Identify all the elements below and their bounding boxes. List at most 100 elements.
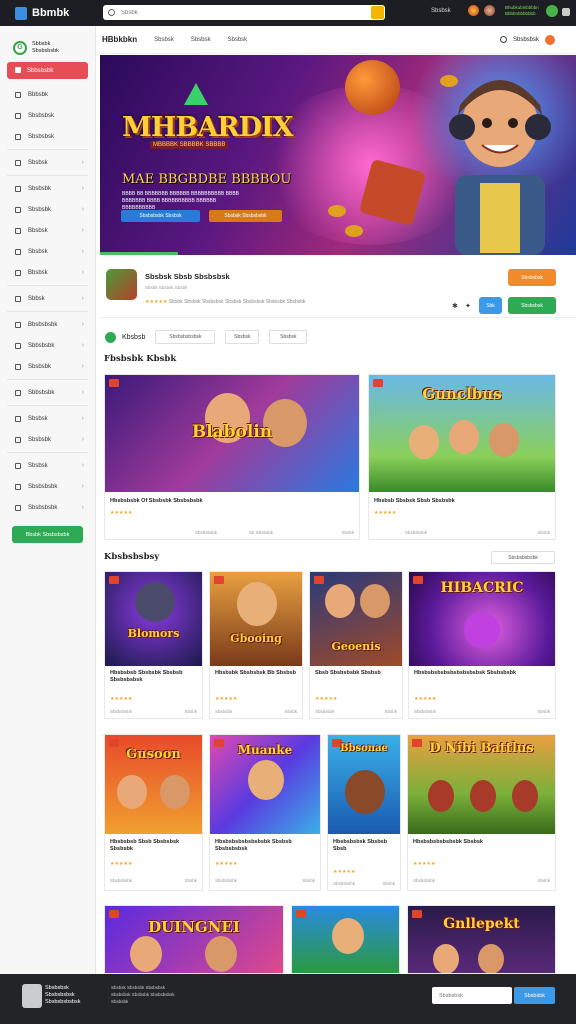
- account-icon[interactable]: [546, 5, 558, 17]
- badge-icon: [109, 576, 119, 584]
- rating-stars: ★★★★★: [414, 696, 437, 702]
- sidebar-item[interactable]: Sbsbsk ›: [0, 241, 95, 262]
- sidebar-item[interactable]: Sbsbsbk ›: [0, 178, 95, 199]
- game-card[interactable]: Gusoon Hbsbsbsb Sbsb Sbsbsbsk Sbsbsbk ★★…: [104, 734, 203, 891]
- chevron-right-icon: ›: [81, 295, 84, 302]
- sidebar-item[interactable]: Sbsbsk ›: [0, 408, 95, 429]
- sidebar-item[interactable]: Sbsbsbsbk ›: [0, 476, 95, 497]
- game-card[interactable]: Blabolin Hbsbsbsbk Of Sbsbsbk Sbsbsbsbk …: [104, 374, 360, 540]
- sidebar-item[interactable]: Sbbsbsbk ›: [0, 335, 95, 356]
- game-card[interactable]: Bbsonae Hbsbsbsbsk Sbsbsb Sbsb ★★★★★ Sbs…: [327, 734, 401, 891]
- game-name: Hbsbsbsbsbsbsbsbsbsbsk Sbsbsbsbk: [414, 670, 517, 676]
- search-button[interactable]: [371, 6, 384, 19]
- hero-character-art: [449, 80, 551, 255]
- sidebar-item[interactable]: Bbsbsk ›: [0, 220, 95, 241]
- footer: Sbsbsbsk Sbsbsbsbsk Sbsbsbsbsbsk Sbsbsk …: [0, 974, 576, 1024]
- search-bar[interactable]: [103, 5, 385, 20]
- chevron-right-icon: ›: [81, 342, 84, 349]
- game-card[interactable]: Geoenis Sbsb Sbsbsbsbk Sbsbsb ★★★★★ Sbsb…: [309, 571, 403, 719]
- rating-stars: ★★★★★: [110, 696, 133, 702]
- app-name[interactable]: Sbsbsk Sbsb Sbsbsbsk: [145, 272, 230, 281]
- game-card[interactable]: DUINGNEI: [104, 905, 284, 974]
- sidebar-item-active[interactable]: Sbbsbsbk: [7, 62, 88, 79]
- sidebar-item[interactable]: Sbsbsk ›: [0, 455, 95, 476]
- newsletter-submit-button[interactable]: Sbsbsbk: [514, 987, 555, 1004]
- footer-links[interactable]: Sbsbsk Sbsbsbk Sbsbsbsk Sbsbsbsk Sbsbsbk…: [111, 984, 181, 1005]
- logo-icon: [15, 6, 27, 20]
- game-card[interactable]: Gbooing Hbsbsbk Sbsbsbsk Bb Sbsbsb ★★★★★…: [209, 571, 303, 719]
- game-card[interactable]: [291, 905, 400, 974]
- rating-stars: ★★★★★: [333, 869, 356, 875]
- filter-chip[interactable]: Sbsbsk: [269, 330, 308, 344]
- game-title-art: Gnllepekt: [443, 916, 520, 932]
- top-nav-link[interactable]: Sbsbsk: [431, 8, 451, 14]
- filter-chip[interactable]: Sbsbsk: [225, 330, 260, 344]
- hero-title: MHBARDIX: [122, 112, 294, 143]
- sidebar-item[interactable]: Sbsbsbsk: [0, 126, 95, 147]
- chevron-right-icon: ›: [81, 436, 84, 443]
- rating-stars: ★★★★★: [215, 696, 238, 702]
- hero-primary-button[interactable]: Sbsbsbsbk Sbsbsk: [121, 210, 200, 222]
- game-card-image: [292, 906, 399, 973]
- nav-right-label[interactable]: Sbsbsbsk: [513, 37, 539, 43]
- sidebar-divider: [7, 285, 88, 286]
- sidebar-item[interactable]: Sbsbsbsk: [0, 105, 95, 126]
- folder-icon: [15, 159, 21, 166]
- sidebar-item[interactable]: Bbsbsk ›: [0, 262, 95, 283]
- hero-banner[interactable]: MHBARDIX MBBBBK SBBBBK SBBBB MAE BBGBDBE…: [100, 55, 576, 255]
- game-name: Hbsbsbk Sbsbsbsk Bb Sbsbsb: [215, 670, 296, 676]
- section-view-all-button[interactable]: Sbsbsbsbsbk: [491, 551, 555, 564]
- sidebar-item[interactable]: Sbsbsbk ›: [0, 429, 95, 450]
- newsletter-input[interactable]: [432, 987, 512, 1004]
- sidebar-item[interactable]: Sbsbsbk ›: [0, 199, 95, 220]
- menu-icon[interactable]: [562, 8, 570, 16]
- sidebar-item[interactable]: Bbsbsbsbk ›: [0, 314, 95, 335]
- game-card[interactable]: Blomors Hbsbsbsb Sbsbsbk Sbsbsb Sbsbsbsb…: [104, 571, 203, 719]
- sidebar-cta-button[interactable]: Bbsbk Sbsbsbsbk: [12, 526, 83, 543]
- sidebar-item[interactable]: Sbsbsbsbk ›: [0, 497, 95, 518]
- game-card[interactable]: Gnllepekt: [407, 905, 556, 974]
- sidebar-logo: G: [13, 40, 27, 55]
- sidebar-divider: [7, 175, 88, 176]
- chevron-right-icon: ›: [81, 462, 84, 469]
- hero-headline: MAE BBGBDBE BBBBOU: [122, 172, 292, 187]
- filter-chip[interactable]: Sbsbsbsbsbsk: [155, 330, 216, 344]
- sidebar-item[interactable]: Sbbsbsbk ›: [0, 382, 95, 403]
- app-action-button[interactable]: Sbsbsbsk: [508, 269, 556, 286]
- nav-tab[interactable]: Sbsbsk: [154, 37, 174, 43]
- main-brand[interactable]: HBbkbkn: [102, 35, 137, 44]
- game-card[interactable]: D Nibi Battlus Hbsbsbsbsbsbsbk Sbsbsk ★★…: [407, 734, 556, 891]
- chevron-right-icon: ›: [81, 159, 84, 166]
- game-meta: Sbsbsbsk: [315, 709, 335, 714]
- search-input[interactable]: [121, 9, 361, 16]
- sidebar-item[interactable]: Sbsbsbk ›: [0, 356, 95, 377]
- profile-avatar[interactable]: [484, 5, 495, 16]
- pin-icon[interactable]: ✦: [465, 302, 471, 310]
- sidebar-item[interactable]: Bbbsbk: [0, 84, 95, 105]
- nav-tab[interactable]: Sbsbsk: [228, 37, 248, 43]
- app-logo[interactable]: Bbmbk: [15, 6, 69, 20]
- sidebar-item[interactable]: Sbsbsk ›: [0, 152, 95, 173]
- user-avatar[interactable]: [545, 34, 555, 45]
- app-icon[interactable]: [106, 269, 137, 300]
- app-install-button[interactable]: Sbsbsbsk: [508, 297, 556, 314]
- app-rating: ★★★★★ Sbsbk Sbsbsk Sbsbsbsk Sbsbsk Sbsbs…: [145, 299, 306, 305]
- game-card[interactable]: HIBACRIC Hbsbsbsbsbsbsbsbsbsbsk Sbsbsbsb…: [408, 571, 556, 719]
- app-small-button[interactable]: Sbk: [479, 297, 502, 314]
- search-icon[interactable]: [499, 36, 507, 43]
- app-meta: Sbsbk Sbsbsk Sbsbk: [145, 285, 188, 290]
- game-card[interactable]: Muanke Hbsbsbsbsbsbsbsbk Sbsbsb Sbsbsbsb…: [209, 734, 321, 891]
- character-art: [130, 936, 162, 972]
- nav-tab[interactable]: Sbsbsk: [191, 37, 211, 43]
- game-meta: Sbsbk: [341, 530, 354, 535]
- hero-secondary-button[interactable]: Sbsbsk Sbsbsbsbk: [209, 210, 282, 222]
- badge-icon: [214, 576, 224, 584]
- notification-icon[interactable]: [468, 5, 479, 16]
- game-card-image: HIBACRIC: [409, 572, 555, 666]
- share-icon[interactable]: ✱: [452, 302, 458, 310]
- sidebar-item[interactable]: Sbbsk ›: [0, 288, 95, 309]
- character-art: [360, 584, 390, 618]
- game-card[interactable]: Gunclbus Hbsbsb Sbsbsk Sbsb Sbsbsbk ★★★★…: [368, 374, 556, 540]
- sidebar: G Sbbsbk Sbsbsbsbk Sbbsbsbk Bbbsbk Sbsbs…: [0, 26, 96, 974]
- game-meta: Sbsbsbsbk: [215, 878, 238, 883]
